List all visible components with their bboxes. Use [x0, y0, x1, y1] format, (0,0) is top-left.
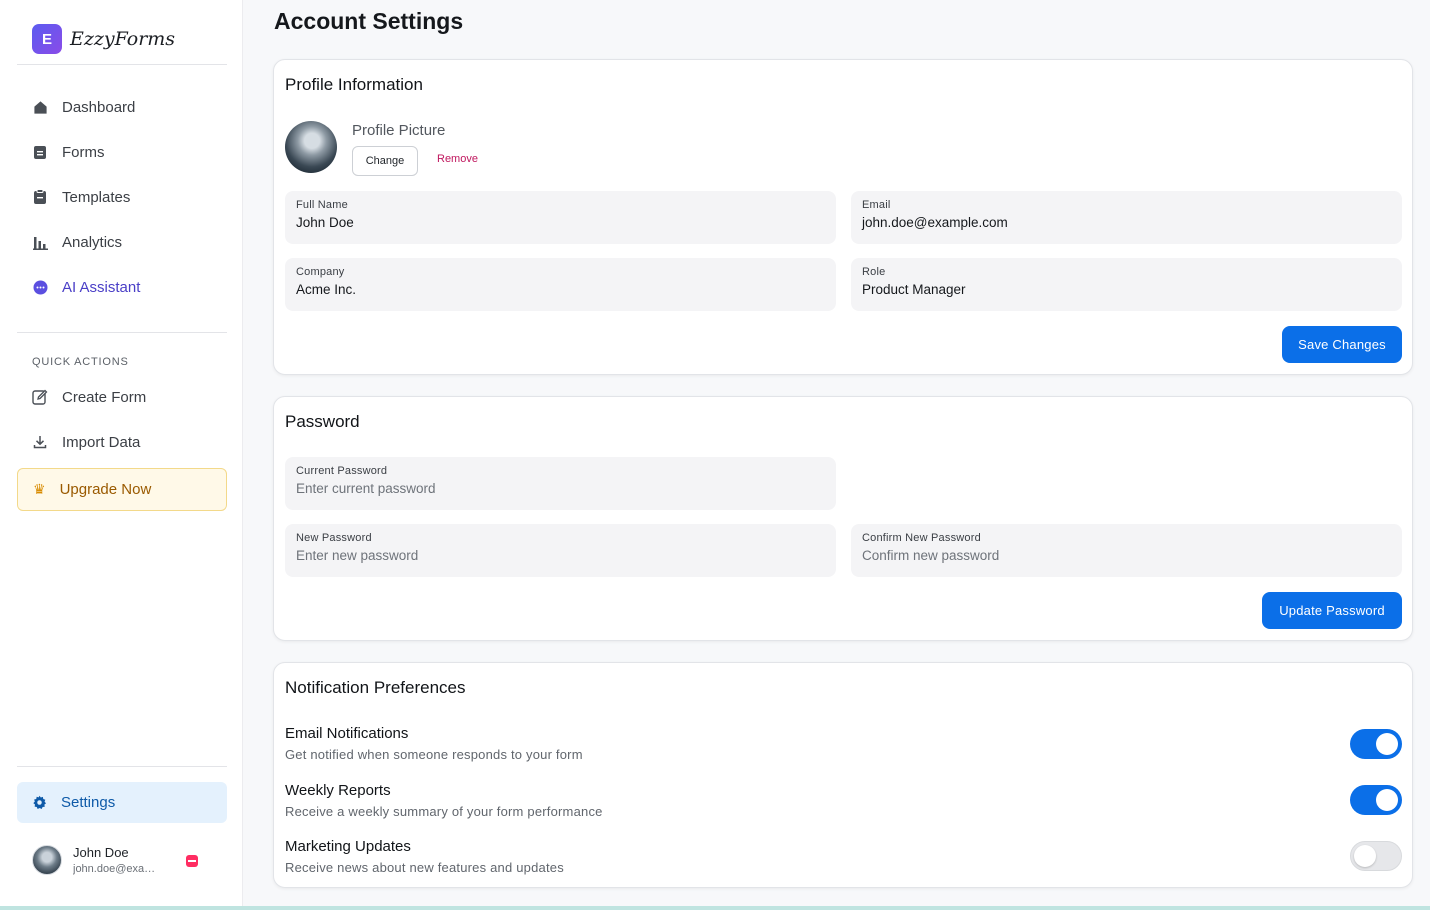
sidebar-item-label: AI Assistant: [62, 278, 141, 296]
field-placeholder: Confirm new password: [862, 548, 1000, 563]
notification-item: Email Notifications Get notified when so…: [285, 725, 583, 762]
notification-title: Weekly Reports: [285, 782, 391, 799]
password-card-title: Password: [285, 412, 360, 431]
notification-title: Marketing Updates: [285, 838, 411, 855]
email-notifications-toggle[interactable]: [1350, 729, 1402, 759]
sidebar-item-dashboard[interactable]: Dashboard: [17, 87, 227, 127]
gear-icon: [32, 795, 47, 810]
sidebar: E EzzyForms Dashboard Forms Templates An…: [0, 0, 243, 910]
notification-item: Weekly Reports Receive a weekly summary …: [285, 782, 603, 819]
field-label: Confirm New Password: [862, 532, 981, 544]
field-label: Current Password: [296, 465, 388, 477]
toggle-knob: [1376, 789, 1398, 811]
field-value: Product Manager: [862, 282, 966, 297]
upgrade-button[interactable]: ♛ Upgrade Now: [17, 468, 227, 511]
sidebar-divider: [17, 64, 227, 65]
profile-picture-label: Profile Picture: [352, 122, 446, 139]
new-password-field[interactable]: New Password Enter new password: [285, 524, 836, 577]
edit-icon: [32, 389, 48, 405]
field-label: Company: [296, 266, 345, 278]
field-label: Full Name: [296, 199, 348, 211]
sidebar-item-forms[interactable]: Forms: [17, 132, 227, 172]
window-bottom-edge: [0, 906, 1430, 910]
current-password-field[interactable]: Current Password Enter current password: [285, 457, 836, 510]
field-label: Role: [862, 266, 886, 278]
notifications-card: Notification Preferences Email Notificat…: [273, 662, 1413, 888]
sidebar-item-label: Templates: [62, 188, 131, 206]
profile-card: Profile Information Profile Picture Chan…: [273, 59, 1413, 375]
home-icon: [32, 99, 48, 115]
field-placeholder: Enter new password: [296, 548, 419, 563]
field-label: New Password: [296, 532, 372, 544]
sidebar-divider: [17, 766, 227, 767]
user-info: John Doe john.doe@example.com: [73, 845, 161, 875]
page-title: Account Settings: [274, 8, 464, 34]
brand-badge-icon: E: [32, 24, 62, 54]
role-field[interactable]: Role Product Manager: [851, 258, 1402, 311]
bar-chart-icon: [32, 234, 48, 250]
sidebar-item-analytics[interactable]: Analytics: [17, 222, 227, 262]
field-value: john.doe@example.com: [862, 215, 1008, 230]
sidebar-item-label: Analytics: [62, 233, 123, 251]
profile-card-title: Profile Information: [285, 75, 423, 94]
notification-title: Email Notifications: [285, 725, 409, 742]
update-password-button[interactable]: Update Password: [1262, 592, 1402, 629]
sidebar-item-label: Dashboard: [62, 98, 136, 116]
remove-picture-button[interactable]: Remove: [437, 153, 478, 165]
notifications-card-title: Notification Preferences: [285, 678, 466, 697]
chat-bubble-icon: [32, 279, 48, 295]
logout-icon[interactable]: [186, 855, 198, 867]
sidebar-item-templates[interactable]: Templates: [17, 177, 227, 217]
field-placeholder: Enter current password: [296, 481, 436, 496]
user-email: john.doe@example.com: [73, 863, 161, 875]
user-name: John Doe: [73, 845, 129, 860]
field-value: Acme Inc.: [296, 282, 357, 297]
sidebar-item-label: Import Data: [62, 433, 141, 451]
user-profile[interactable]: John Doe john.doe@example.com: [32, 845, 161, 875]
profile-avatar: [285, 121, 337, 173]
download-icon: [32, 434, 48, 450]
avatar: [32, 845, 62, 875]
field-label: Email: [862, 199, 891, 211]
weekly-reports-toggle[interactable]: [1350, 785, 1402, 815]
field-value: John Doe: [296, 215, 354, 230]
email-field[interactable]: Email john.doe@example.com: [851, 191, 1402, 244]
sidebar-item-label: Create Form: [62, 388, 147, 406]
brand-name: EzzyForms: [70, 28, 176, 50]
clipboard-icon: [32, 189, 48, 205]
sidebar-item-settings[interactable]: Settings: [17, 782, 227, 823]
company-field[interactable]: Company Acme Inc.: [285, 258, 836, 311]
password-card: Password Current Password Enter current …: [273, 396, 1413, 641]
save-changes-button[interactable]: Save Changes: [1282, 326, 1402, 363]
settings-label: Settings: [61, 794, 116, 811]
notification-description: Receive a weekly summary of your form pe…: [285, 804, 603, 819]
confirm-password-field[interactable]: Confirm New Password Confirm new passwor…: [851, 524, 1402, 577]
change-picture-button[interactable]: Change: [352, 146, 418, 176]
marketing-updates-toggle[interactable]: [1350, 841, 1402, 871]
toggle-knob: [1376, 733, 1398, 755]
sidebar-divider: [17, 332, 227, 333]
sidebar-item-create-form[interactable]: Create Form: [17, 377, 227, 417]
quick-actions-heading: QUICK ACTIONS: [32, 356, 129, 368]
full-name-field[interactable]: Full Name John Doe: [285, 191, 836, 244]
sidebar-item-ai-assistant[interactable]: AI Assistant: [17, 267, 227, 307]
notification-description: Receive news about new features and upda…: [285, 860, 564, 875]
brand-logo[interactable]: E EzzyForms: [32, 24, 175, 54]
toggle-knob: [1354, 845, 1376, 867]
document-icon: [32, 144, 48, 160]
notification-item: Marketing Updates Receive news about new…: [285, 838, 564, 875]
crown-icon: ♛: [33, 481, 46, 497]
notification-description: Get notified when someone responds to yo…: [285, 747, 583, 762]
sidebar-item-import-data[interactable]: Import Data: [17, 422, 227, 462]
sidebar-item-label: Forms: [62, 143, 105, 161]
upgrade-label: Upgrade Now: [59, 481, 152, 498]
